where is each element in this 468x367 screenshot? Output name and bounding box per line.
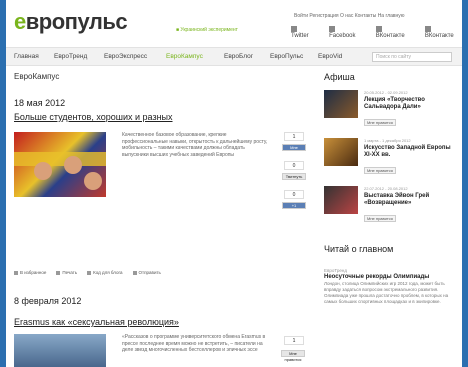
- event-date: 1 марта - 1 декабря 2012: [364, 138, 411, 143]
- send-action[interactable]: Отправить: [132, 270, 161, 275]
- site-logo[interactable]: европульс: [14, 9, 128, 35]
- favorite-action[interactable]: В избранное: [14, 270, 46, 275]
- read-body: Лондон, столица Олимпийских игр 2012 год…: [324, 281, 449, 304]
- logo-text: вропульс: [25, 9, 128, 34]
- event-like-button[interactable]: Мне нравится: [364, 167, 396, 174]
- twitter-link[interactable]: Twitter: [291, 26, 317, 39]
- event-title[interactable]: Лекция «Творчество Сальвадора Дали»: [364, 97, 458, 111]
- like-button[interactable]: Мне нравится: [281, 350, 305, 362]
- like-button[interactable]: Мне нравится: [282, 144, 306, 156]
- event-thumbnail[interactable]: [324, 138, 358, 166]
- search-input[interactable]: Поиск по сайту: [372, 52, 452, 62]
- read-meta: ЕвроТренд: [324, 268, 348, 273]
- event-text: 1 марта - 1 декабря 2012 Искусство Запад…: [364, 138, 458, 177]
- event-like-button[interactable]: Мне нравится: [364, 119, 396, 126]
- share-count: 1: [284, 132, 304, 141]
- nav-item-evroblog[interactable]: ЕвроБлог: [224, 53, 253, 60]
- mail-icon: [132, 270, 137, 275]
- page: европульс ■ Украинский эксперимент Войти…: [6, 0, 462, 367]
- main-content: ЕвроКампус 18 мая 2012 Больше студентов,…: [14, 72, 314, 367]
- article-date: 8 февраля 2012: [14, 296, 82, 306]
- read-title: Читай о главном: [324, 244, 394, 254]
- main-nav: Главная ЕвроТренд ЕвроЭкспресс ЕвроКампу…: [6, 47, 462, 66]
- article-thumbnail[interactable]: [14, 334, 106, 367]
- article-preview: Качественное базовое образование, крепки…: [14, 122, 314, 257]
- sidebar: Афиша 20.05.2012 - 02.09.2012 Лекция «Тв…: [324, 72, 458, 305]
- embed-action[interactable]: Код для блога: [87, 270, 123, 275]
- article-actions: В избранное Печать Код для блога Отправи…: [14, 270, 161, 275]
- nav-item-evrotrend[interactable]: ЕвроТренд: [54, 53, 87, 60]
- tweet-count: 0: [284, 161, 304, 170]
- read-headline[interactable]: Неосуточные рекорды Олимпиады: [324, 274, 458, 280]
- code-icon: [87, 270, 92, 275]
- event-title[interactable]: Искусство Западной Европы XI-XX вв.: [364, 145, 458, 159]
- share-column: 1 Мне нравится 0 Твитнуть 0 +1: [279, 132, 309, 219]
- facebook-icon: [329, 26, 336, 32]
- print-action[interactable]: Печать: [56, 270, 77, 275]
- event-like-button[interactable]: Мне нравится: [364, 215, 396, 222]
- section-title: ЕвроКампус: [14, 72, 60, 81]
- article-headline[interactable]: Erasmus как «сексуальная революция»: [14, 317, 179, 327]
- event-item: 22.07.2012 - 20.08.2012 Выставка Эйвон Г…: [324, 186, 458, 226]
- twitter-icon: [291, 26, 297, 32]
- event-item: 1 марта - 1 декабря 2012 Искусство Запад…: [324, 138, 458, 178]
- article-thumbnail[interactable]: [14, 132, 106, 197]
- afisha-title: Афиша: [324, 72, 355, 82]
- article-date: 18 мая 2012: [14, 98, 66, 108]
- share-count: 1: [284, 336, 304, 345]
- nav-item-evrokampus[interactable]: ЕвроКампус: [166, 53, 203, 60]
- flag-stripe: [14, 152, 106, 166]
- event-title[interactable]: Выставка Эйвон Грей «Возвращение»: [364, 193, 458, 207]
- email-link[interactable]: ВКонтакте: [424, 26, 462, 39]
- student-face: [84, 172, 102, 190]
- vkontakte-icon: [375, 26, 382, 32]
- plus-one-button[interactable]: +1: [282, 202, 306, 209]
- nav-item-evropuls[interactable]: ЕвроПульс: [270, 53, 303, 60]
- vkontakte-link[interactable]: ВКонтакте: [375, 26, 413, 39]
- article-excerpt: «Рассказов о программе университетского …: [122, 334, 266, 353]
- event-date: 20.05.2012 - 02.09.2012: [364, 90, 408, 95]
- top-links[interactable]: Войти Регистрация О нас Контакты На глав…: [294, 13, 405, 19]
- event-text: 20.05.2012 - 02.09.2012 Лекция «Творчест…: [364, 90, 458, 129]
- student-face: [64, 156, 82, 174]
- tweet-button[interactable]: Твитнуть: [282, 173, 306, 180]
- event-thumbnail[interactable]: [324, 90, 358, 118]
- email-icon: [424, 26, 431, 32]
- article-excerpt: Качественное базовое образование, крепки…: [122, 132, 268, 158]
- nav-item-evrovid[interactable]: ЕвроVid: [318, 53, 342, 60]
- plus-count: 0: [284, 190, 304, 199]
- header: европульс ■ Украинский эксперимент Войти…: [6, 0, 462, 44]
- nav-item-evroexpress[interactable]: ЕвроЭкспресс: [104, 53, 147, 60]
- event-item: 20.05.2012 - 02.09.2012 Лекция «Творчест…: [324, 90, 458, 130]
- event-text: 22.07.2012 - 20.08.2012 Выставка Эйвон Г…: [364, 186, 458, 225]
- logo-e: е: [14, 9, 26, 34]
- article-headline[interactable]: Больше студентов, хороших и разных: [14, 112, 314, 122]
- student-face: [34, 162, 52, 180]
- facebook-link[interactable]: Facebook: [329, 26, 364, 39]
- event-thumbnail[interactable]: [324, 186, 358, 214]
- event-date: 22.07.2012 - 20.08.2012: [364, 186, 408, 191]
- social-bar: Twitter Facebook ВКонтакте ВКонтакте: [291, 26, 462, 39]
- tagline-link[interactable]: ■ Украинский эксперимент: [176, 27, 238, 33]
- nav-item-home[interactable]: Главная: [14, 53, 39, 60]
- star-icon: [14, 270, 18, 275]
- print-icon: [56, 270, 61, 275]
